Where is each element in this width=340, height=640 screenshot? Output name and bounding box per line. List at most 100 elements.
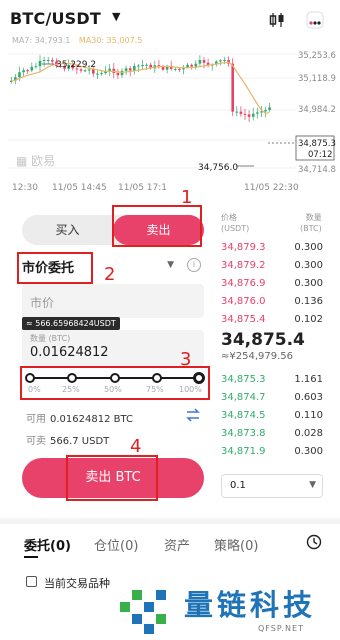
tab-strategies[interactable]: 策略(0) xyxy=(214,535,258,554)
market-price-input[interactable]: 市价 xyxy=(22,284,204,318)
ask-row[interactable]: 34,876.0 0.136 xyxy=(221,296,323,312)
available-balance: 可用 0.01624812 BTC xyxy=(26,410,133,425)
quantity-input[interactable]: 数量 (BTC) 0.01624812 xyxy=(22,330,204,366)
quantity-label: 数量 (BTC) xyxy=(30,334,71,343)
qty-header: 数量 (BTC) xyxy=(300,213,322,233)
active-tab-indicator xyxy=(24,556,38,558)
candle-body xyxy=(120,70,124,76)
candle-body xyxy=(194,63,198,67)
time-tick: 11/05 22:30 xyxy=(244,183,299,193)
tab-positions[interactable]: 仓位(0) xyxy=(94,535,138,554)
annotation-box-3 xyxy=(20,366,210,400)
caret-down-icon: ▼ xyxy=(167,260,174,270)
last-price: 34,875.4 xyxy=(221,330,305,350)
transfer-icon[interactable] xyxy=(186,408,200,422)
brand-site: QFSP.NET xyxy=(258,624,304,633)
candle-body xyxy=(251,113,255,117)
current-pair-checkbox[interactable] xyxy=(26,576,37,587)
candle-body xyxy=(92,69,95,74)
candle-body xyxy=(18,72,21,78)
candle-body xyxy=(268,107,271,111)
candle-body xyxy=(116,72,120,76)
candle-body xyxy=(243,113,247,115)
last-price-fiat: ≈¥254,979.56 xyxy=(221,351,293,362)
price-tick: 35,253.6 xyxy=(298,51,336,61)
candle-body xyxy=(96,73,99,75)
candle-body xyxy=(137,65,140,67)
candle-body xyxy=(145,64,148,66)
brand-logo-icon xyxy=(120,590,166,634)
available-value: 0.01624812 BTC xyxy=(50,414,133,425)
tab-assets[interactable]: 资产 xyxy=(164,535,190,554)
candle-body xyxy=(83,70,87,72)
info-icon[interactable]: i xyxy=(187,258,201,272)
chart-grid xyxy=(8,53,296,169)
candle-body xyxy=(124,68,128,71)
annotation-box-4 xyxy=(66,455,158,501)
time-tick: 12:30 xyxy=(12,183,38,193)
price-tick: 34,714.8 xyxy=(298,165,336,175)
candle-body xyxy=(198,60,202,64)
chart-watermark: ▦ 欧易 xyxy=(16,154,56,168)
candle-body xyxy=(161,66,165,70)
candle-body xyxy=(178,68,181,70)
available-label: 可用 xyxy=(26,414,46,425)
countdown: 07:12 xyxy=(308,150,333,160)
bid-row[interactable]: 34,874.7 0.603 xyxy=(221,392,323,408)
candle-body xyxy=(239,111,243,114)
ask-row[interactable]: 34,879.3 0.300 xyxy=(221,242,323,258)
candle-body xyxy=(247,114,251,117)
sellable-value: 566.7 USDT xyxy=(50,436,110,447)
brand-name: 量链科技 xyxy=(184,588,317,622)
annotation-number-4: 4 xyxy=(130,436,142,457)
candle-body xyxy=(30,66,34,71)
ask-row[interactable]: 34,876.9 0.300 xyxy=(221,278,323,294)
caret-down-icon[interactable]: ▼ xyxy=(112,10,120,23)
candle-body xyxy=(22,70,25,73)
low-label: 34,756.0 xyxy=(198,163,238,173)
sellable-label: 可卖 xyxy=(26,436,46,447)
kline-chart[interactable]: 35,229.2 34,756.0 35,253.6 35,118.9 34,9… xyxy=(0,44,340,194)
candle-body xyxy=(223,60,226,61)
amount-tooltip: ≈ 566.65968424USDT xyxy=(22,317,120,330)
annotation-box-1 xyxy=(112,205,202,247)
bid-row[interactable]: 34,871.9 0.300 xyxy=(221,446,323,462)
buy-tab[interactable]: 买入 xyxy=(22,215,113,245)
candle-body xyxy=(256,112,259,114)
candlestick-icon[interactable] xyxy=(268,12,286,28)
bid-row[interactable]: 34,874.5 0.110 xyxy=(221,410,323,426)
tab-orders[interactable]: 委托(0) xyxy=(24,535,71,554)
price-tick: 34,984.2 xyxy=(298,105,336,115)
time-tick: 11/05 14:45 xyxy=(52,183,107,193)
price-header: 价格 (USDT) xyxy=(221,213,250,233)
annotation-number-3: 3 xyxy=(180,349,192,370)
candle-body xyxy=(133,66,136,71)
candle-body xyxy=(46,60,50,61)
sellable-amount: 可卖 566.7 USDT xyxy=(26,432,109,447)
candle-body xyxy=(202,60,206,63)
candle-body xyxy=(108,68,111,71)
ask-row[interactable]: 34,879.2 0.300 xyxy=(221,260,323,276)
ma-line xyxy=(11,61,270,114)
current-pair-label: 当前交易品种 xyxy=(44,577,110,590)
history-icon[interactable] xyxy=(306,534,322,550)
header: BTC/USDT ▼ xyxy=(0,0,340,38)
annotation-number-1: 1 xyxy=(181,187,193,208)
high-label: 35,229.2 xyxy=(56,60,96,70)
caret-down-icon: ▼ xyxy=(309,480,316,490)
candle-body xyxy=(174,68,177,70)
candle-body xyxy=(141,65,144,67)
candle-body xyxy=(34,66,38,68)
candle-body xyxy=(190,64,193,67)
bid-row[interactable]: 34,875.3 1.161 xyxy=(221,374,323,390)
quantity-value: 0.01624812 xyxy=(30,345,109,360)
time-tick: 11/05 17:1 xyxy=(118,183,168,193)
candle-body xyxy=(42,60,46,61)
ask-row[interactable]: 34,875.4 0.102 xyxy=(221,314,323,330)
more-icon[interactable] xyxy=(306,11,324,29)
pair-title[interactable]: BTC/USDT xyxy=(10,9,101,28)
candle-body xyxy=(128,68,132,71)
precision-select[interactable]: 0.1 ▼ xyxy=(221,474,323,498)
candle-body xyxy=(235,111,239,113)
bid-row[interactable]: 34,873.8 0.028 xyxy=(221,428,323,444)
